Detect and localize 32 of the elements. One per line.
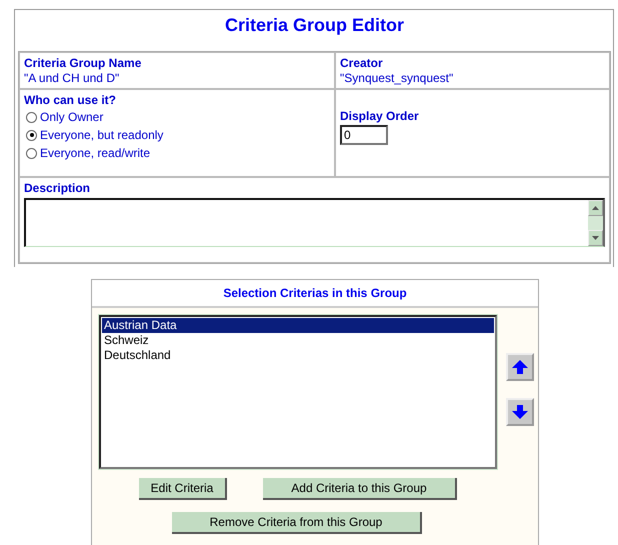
radio-label: Everyone, but readonly: [40, 128, 164, 142]
display-order-field[interactable]: 0: [340, 125, 388, 145]
remove-criteria-button[interactable]: Remove Criteria from this Group: [172, 512, 422, 534]
move-up-button[interactable]: [506, 353, 534, 381]
add-criteria-button[interactable]: Add Criteria to this Group: [263, 478, 457, 500]
criteria-list[interactable]: Austrian Data Schweiz Deutschland: [99, 315, 497, 469]
radio-button[interactable]: [26, 112, 37, 122]
up-arrow-icon: [512, 360, 528, 374]
radio-label: Everyone, read/write: [40, 146, 150, 160]
field-value: "Synquest_synquest": [340, 71, 454, 85]
field-label: Display Order: [340, 109, 420, 124]
panel-title: Selection Criterias in this Group: [92, 280, 538, 308]
move-down-button[interactable]: [506, 398, 534, 426]
field-label: Description: [24, 181, 92, 196]
radio-label: Only Owner: [40, 110, 104, 124]
list-item[interactable]: Schweiz: [102, 333, 494, 348]
description-field[interactable]: [24, 198, 605, 247]
scroll-down-button[interactable]: [588, 230, 603, 246]
list-item[interactable]: Austrian Data: [102, 318, 494, 333]
scroll-up-button[interactable]: [588, 200, 603, 216]
field-label: Who can use it?: [24, 93, 118, 108]
field-label: Criteria Group Name: [24, 56, 142, 71]
list-item[interactable]: Deutschland: [102, 348, 494, 363]
down-arrow-icon: [512, 405, 528, 419]
up-triangle-icon: [592, 206, 599, 210]
radio-button[interactable]: [26, 148, 37, 158]
radio-button[interactable]: [26, 130, 37, 140]
down-triangle-icon: [592, 236, 599, 240]
edit-criteria-button[interactable]: Edit Criteria: [139, 478, 227, 500]
field-label: Creator: [340, 56, 384, 71]
page-title: Criteria Group Editor: [224, 14, 405, 37]
field-value: "A und CH und D": [24, 71, 120, 85]
